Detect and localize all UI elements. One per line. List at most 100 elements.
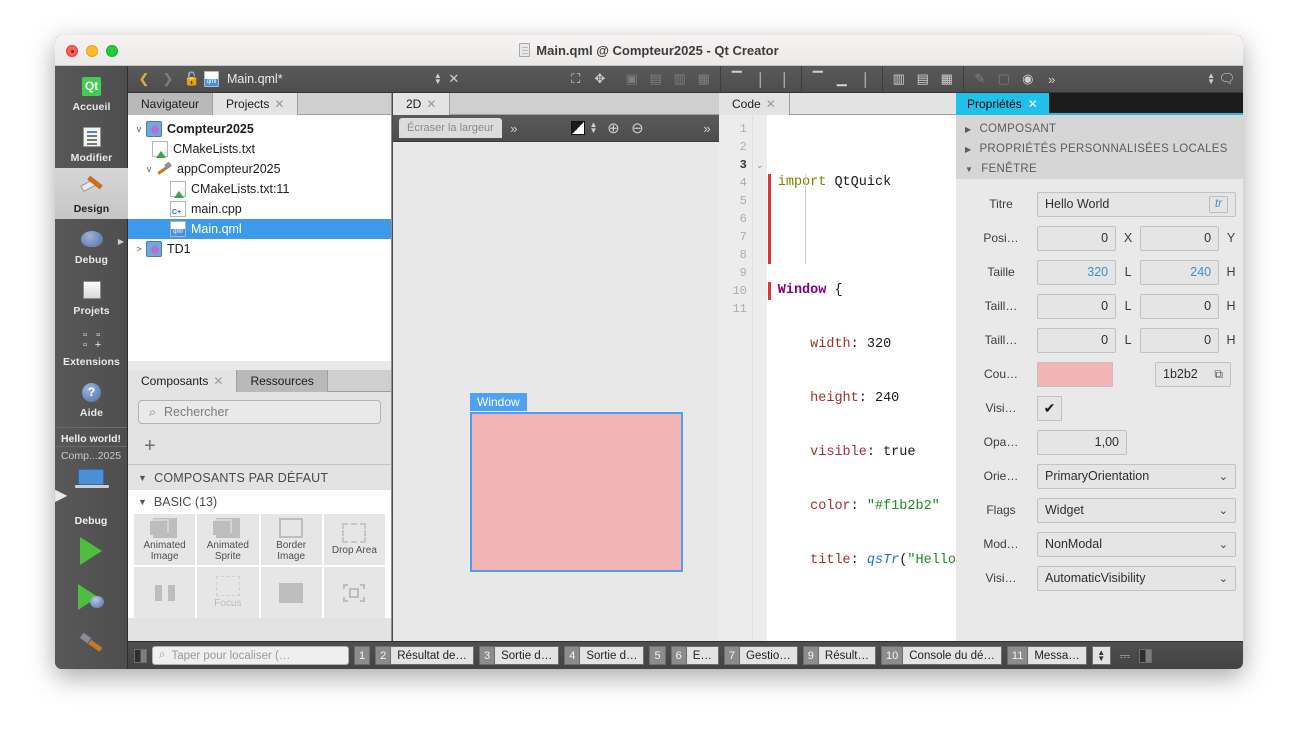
tab-code[interactable]: Code ✕ xyxy=(719,93,790,115)
output-pane-10[interactable]: 10 Console du dé… xyxy=(881,646,1002,665)
unlock-icon[interactable]: 🔓 xyxy=(180,68,204,90)
anchor-left-icon[interactable]: │ xyxy=(749,68,773,90)
component-item[interactable] xyxy=(323,567,385,618)
file-stepper-icon[interactable]: ▲ ▼ xyxy=(434,72,442,86)
tab-ressources[interactable]: Ressources xyxy=(237,370,328,392)
taille-max-l-input[interactable]: 0 xyxy=(1037,327,1117,353)
sidebar-item-debug[interactable]: ▶ Debug xyxy=(55,219,128,270)
twisty-icon[interactable]: v xyxy=(142,164,156,174)
artboard-label[interactable]: Window xyxy=(470,393,527,411)
distribute-icon[interactable]: ▦ xyxy=(692,68,716,90)
anchor-fill-icon[interactable]: ▔ xyxy=(806,68,830,90)
taille-min-h-input[interactable]: 0 xyxy=(1140,293,1220,319)
open-file-name[interactable]: Main.qml* xyxy=(219,72,291,86)
component-drop-area[interactable]: Drop Area xyxy=(323,514,385,565)
taille-max-h-input[interactable]: 0 xyxy=(1140,327,1220,353)
position-x-input[interactable]: 0 xyxy=(1037,225,1117,251)
column-view-icon[interactable]: ▤ xyxy=(911,68,935,90)
copy-icon[interactable]: ⧉ xyxy=(1214,367,1223,382)
add-component-button[interactable]: + xyxy=(128,428,391,464)
edit-annotation-icon[interactable]: ✎ xyxy=(968,68,992,90)
code-folding-bar[interactable]: ⌄ xyxy=(752,115,767,669)
grid-view-icon[interactable]: ▦ xyxy=(935,68,959,90)
anchor-top-icon[interactable]: ▔ xyxy=(725,68,749,90)
close-icon[interactable]: ✕ xyxy=(274,97,284,111)
sidebar-item-accueil[interactable]: Qt Accueil xyxy=(55,66,128,117)
output-pane-6[interactable]: 6 E… xyxy=(670,646,719,665)
tree-row-compteur2025[interactable]: v Compteur2025 xyxy=(128,119,391,139)
forward-icon[interactable]: ❯ xyxy=(156,68,180,90)
position-y-input[interactable]: 0 xyxy=(1140,225,1220,251)
opacite-input[interactable]: 1,00 xyxy=(1037,429,1127,455)
search-input[interactable]: ⌕ Rechercher xyxy=(138,400,381,424)
progress-details-icon[interactable]: ⎓ xyxy=(1116,648,1134,664)
output-pane-1[interactable]: 1 xyxy=(354,646,371,665)
background-checker-icon[interactable] xyxy=(571,121,586,135)
component-flickable[interactable] xyxy=(134,567,196,618)
tree-row-main-cpp[interactable]: main.cpp xyxy=(128,199,391,219)
section-composant[interactable]: ▶ COMPOSANT xyxy=(956,119,1243,139)
minimize-window-button[interactable] xyxy=(86,45,98,57)
comment-icon[interactable]: 🗨 xyxy=(1215,68,1239,90)
visibilite-select[interactable]: AutomaticVisibility ⌄ xyxy=(1037,565,1236,591)
component-animated-image[interactable]: Animated Image xyxy=(134,514,196,565)
overflow-icon[interactable]: » xyxy=(502,117,526,139)
tab-proprietes[interactable]: Propriétés ✕ xyxy=(956,93,1049,115)
sidebar-item-design[interactable]: Design xyxy=(55,168,128,219)
design-canvas[interactable]: Window xyxy=(393,142,719,669)
sidebar-item-aide[interactable]: ? Aide xyxy=(55,372,128,423)
fold-toggle-icon[interactable]: ⌄ xyxy=(753,156,767,174)
spinner-stepper-icon[interactable]: ▲ ▼ xyxy=(1091,646,1111,665)
close-icon[interactable]: ✕ xyxy=(213,374,223,388)
align-left-icon[interactable]: ▣ xyxy=(620,68,644,90)
overflow-icon[interactable]: » xyxy=(1040,68,1064,90)
anchor-right-icon[interactable]: │ xyxy=(773,68,797,90)
component-focus-scope[interactable]: Focus xyxy=(197,567,259,618)
debug-run-button[interactable] xyxy=(55,574,127,620)
sidebar-item-modifier[interactable]: Modifier xyxy=(55,117,128,168)
twisty-icon[interactable]: v xyxy=(132,124,146,134)
tab-projects[interactable]: Projects ✕ xyxy=(213,93,299,115)
back-icon[interactable]: ❮ xyxy=(132,68,156,90)
tree-row-cmakelists-11[interactable]: CMakeLists.txt:11 xyxy=(128,179,391,199)
taille-min-l-input[interactable]: 0 xyxy=(1037,293,1117,319)
flags-select[interactable]: Widget ⌄ xyxy=(1037,497,1236,523)
close-icon[interactable]: ✕ xyxy=(426,97,436,111)
anchor-vertical-icon[interactable]: │ xyxy=(854,68,878,90)
locator-input[interactable]: ⌕ Taper pour localiser (… xyxy=(152,646,349,665)
zoom-out-icon[interactable]: ⊖ xyxy=(625,117,649,139)
align-center-icon[interactable]: ▤ xyxy=(644,68,668,90)
artboard-window[interactable] xyxy=(470,412,683,572)
align-right-icon[interactable]: ▥ xyxy=(668,68,692,90)
maximize-window-button[interactable] xyxy=(106,45,118,57)
fit-selection-icon[interactable]: ⛶ xyxy=(564,68,588,90)
tree-row-main-qml[interactable]: Main.qml xyxy=(128,219,391,239)
code-area[interactable]: 1 2 3 4 5 6 7 8 9 10 11 ⌄ import QtQuick… xyxy=(719,115,956,669)
color-swatch[interactable] xyxy=(1037,361,1113,387)
output-pane-9[interactable]: 9 Résult… xyxy=(802,646,876,665)
translate-badge[interactable]: tr xyxy=(1208,195,1228,213)
overflow-icon[interactable]: » xyxy=(695,117,719,139)
tab-2d[interactable]: 2D ✕ xyxy=(393,93,451,115)
snapshot-icon[interactable]: ▢ xyxy=(992,68,1016,90)
kit-selector[interactable]: Hello world! Comp...2025 ▶ Debug xyxy=(55,427,127,528)
sidebar-toggle-icon[interactable] xyxy=(134,648,147,663)
tree-row-td1[interactable]: > TD1 xyxy=(128,239,391,259)
move-tool-icon[interactable]: ✥ xyxy=(588,68,612,90)
output-pane-11[interactable]: 11 Messa… xyxy=(1006,646,1087,665)
modalite-select[interactable]: NonModal ⌄ xyxy=(1037,531,1236,557)
subsection-basic[interactable]: ▼ BASIC (13) xyxy=(128,490,391,514)
tab-composants[interactable]: Composants ✕ xyxy=(128,370,238,392)
taille-h-input[interactable]: 240 xyxy=(1140,259,1220,285)
right-sidebar-toggle-icon[interactable] xyxy=(1139,648,1153,663)
taille-l-input[interactable]: 320 xyxy=(1037,259,1117,285)
run-button[interactable] xyxy=(55,528,127,574)
tree-row-cmakelists[interactable]: CMakeLists.txt xyxy=(128,139,391,159)
section-fenetre[interactable]: ▼ FENÊTRE xyxy=(956,159,1243,179)
output-pane-2[interactable]: 2 Résultat de… xyxy=(375,646,474,665)
sidebar-item-projets[interactable]: Projets xyxy=(55,270,128,321)
tab-navigateur[interactable]: Navigateur xyxy=(128,93,214,115)
view-stepper-icon[interactable]: ▲ ▼ xyxy=(1207,72,1215,86)
override-width-button[interactable]: Écraser la largeur xyxy=(399,118,502,138)
color-hex-input[interactable]: 1b2b2 ⧉ xyxy=(1155,361,1231,387)
